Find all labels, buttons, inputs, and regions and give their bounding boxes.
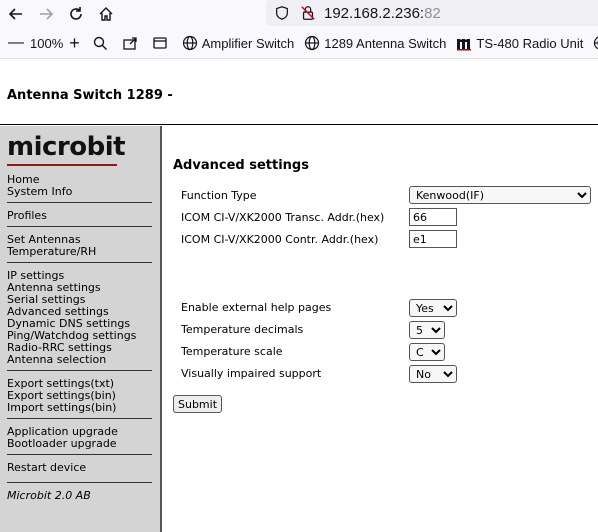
zoom-in-icon[interactable]: + (69, 33, 80, 54)
logo-underline (7, 164, 117, 166)
menu-group: Profiles (7, 210, 152, 227)
function-type-select[interactable]: Kenwood(IF) (409, 186, 591, 204)
globe-icon (182, 35, 197, 51)
bookmark-label: TS-480 Radio Unit (476, 35, 584, 51)
icom-contr-label: ICOM CI-V/XK2000 Contr. Addr.(hex) (181, 233, 379, 246)
reader-view-icon[interactable] (152, 35, 172, 51)
impaired-label: Visually impaired support (181, 367, 322, 380)
menu-group: Application upgrade Bootloader upgrade (7, 426, 152, 455)
sidebar-item-antenna-selection[interactable]: Antenna selection (7, 354, 152, 366)
microbit-logo: microbit (7, 132, 126, 162)
back-arrow-icon (8, 8, 22, 20)
menu-group: Set Antennas Temperature/RH (7, 234, 152, 263)
temp-scale-label: Temperature scale (181, 345, 283, 358)
url-text[interactable]: 192.168.2.236:82 (324, 5, 441, 22)
url-port: 82 (424, 4, 441, 22)
sidebar-item-profiles[interactable]: Profiles (7, 210, 152, 222)
home-button[interactable] (92, 0, 120, 28)
m-logo-icon (457, 39, 472, 51)
header-divider (0, 124, 598, 125)
sidebar: microbit Home System Info Profiles Set A… (0, 126, 162, 532)
bookmarks-bar: — 100% + Amplifier Switch 1289 Antenna S… (0, 28, 598, 59)
bookmark-amplifier-switch[interactable]: Amplifier Switch (182, 35, 294, 51)
forward-button[interactable] (32, 0, 60, 28)
insecure-lock-icon[interactable] (298, 3, 318, 23)
globe-icon[interactable] (593, 35, 598, 51)
menu-group: Export settings(txt) Export settings(bin… (7, 378, 152, 419)
bookmark-label: Amplifier Switch (201, 35, 295, 51)
share-icon[interactable] (122, 35, 142, 51)
browser-toolbar: 192.168.2.236:82 (0, 0, 598, 28)
forward-arrow-icon (40, 8, 54, 20)
sidebar-item-temperature-rh[interactable]: Temperature/RH (7, 246, 152, 258)
help-pages-select[interactable]: Yes (409, 299, 457, 317)
temp-decimals-select[interactable]: 5 (409, 321, 445, 339)
back-button[interactable] (2, 0, 30, 28)
sidebar-item-system-info[interactable]: System Info (7, 186, 152, 198)
submit-button[interactable]: Submit (173, 395, 223, 413)
icom-transc-label: ICOM CI-V/XK2000 Transc. Addr.(hex) (181, 211, 385, 224)
menu-group: IP settings Antenna settings Serial sett… (7, 270, 152, 371)
sidebar-item-restart-device[interactable]: Restart device (7, 462, 152, 474)
menu-group: Home System Info (7, 174, 152, 203)
sidebar-item-bootloader-upgrade[interactable]: Bootloader upgrade (7, 438, 152, 450)
function-type-label: Function Type (181, 189, 257, 202)
sidebar-item-import-bin[interactable]: Import settings(bin) (7, 402, 152, 414)
shield-icon[interactable] (272, 3, 292, 23)
globe-icon (305, 35, 320, 51)
search-icon[interactable] (92, 35, 112, 51)
reload-button[interactable] (62, 0, 90, 28)
zoom-out-icon[interactable]: — (8, 34, 24, 52)
url-host: 192.168.2.236: (324, 4, 425, 22)
page-title: Antenna Switch 1289 - (7, 88, 173, 103)
temp-decimals-label: Temperature decimals (181, 323, 304, 336)
home-icon (99, 7, 113, 21)
icom-transc-input[interactable] (409, 208, 457, 226)
menu-group: Restart device (7, 462, 152, 483)
bookmark-label: 1289 Antenna Switch (324, 35, 447, 51)
reload-icon (70, 7, 82, 20)
bookmark-ts480-radio-unit[interactable]: TS-480 Radio Unit (456, 35, 583, 51)
url-bar[interactable]: 192.168.2.236:82 (266, 0, 598, 26)
impaired-select[interactable]: No (409, 365, 457, 383)
help-pages-label: Enable external help pages (181, 301, 332, 314)
icom-contr-input[interactable] (409, 230, 457, 248)
bookmark-1289-antenna-switch[interactable]: 1289 Antenna Switch (304, 35, 446, 51)
temp-scale-select[interactable]: C (409, 343, 445, 361)
sidebar-footer: Microbit 2.0 AB (7, 489, 91, 502)
form-heading: Advanced settings (173, 158, 309, 173)
sidebar-menu: Home System Info Profiles Set Antennas T… (7, 174, 152, 502)
zoom-level[interactable]: 100% (30, 36, 63, 51)
